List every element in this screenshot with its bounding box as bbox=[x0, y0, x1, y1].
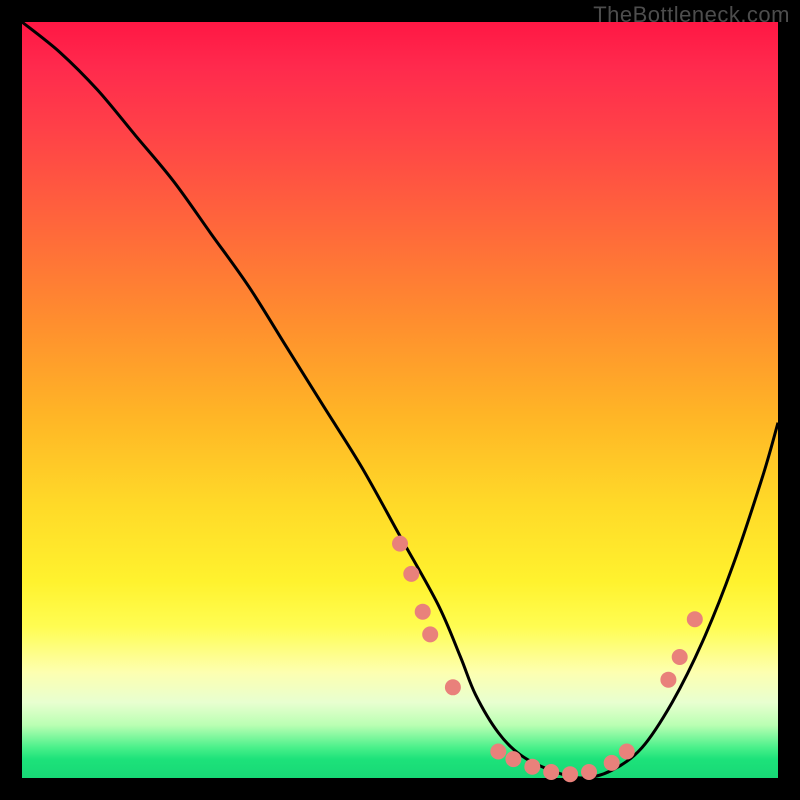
bottleneck-curve bbox=[22, 22, 778, 778]
plot-area bbox=[22, 22, 778, 778]
marker-dot bbox=[403, 566, 419, 582]
curve-layer bbox=[22, 22, 778, 778]
marker-dot bbox=[672, 649, 688, 665]
marker-dot bbox=[604, 755, 620, 771]
watermark-text: TheBottleneck.com bbox=[593, 2, 790, 28]
curve-markers bbox=[392, 536, 703, 783]
marker-dot bbox=[619, 744, 635, 760]
marker-dot bbox=[562, 766, 578, 782]
chart-frame: TheBottleneck.com bbox=[0, 0, 800, 800]
marker-dot bbox=[490, 744, 506, 760]
marker-dot bbox=[415, 604, 431, 620]
marker-dot bbox=[392, 536, 408, 552]
marker-dot bbox=[581, 764, 597, 780]
marker-dot bbox=[505, 751, 521, 767]
marker-dot bbox=[660, 672, 676, 688]
marker-dot bbox=[687, 611, 703, 627]
marker-dot bbox=[543, 764, 559, 780]
marker-dot bbox=[524, 759, 540, 775]
marker-dot bbox=[422, 626, 438, 642]
marker-dot bbox=[445, 679, 461, 695]
